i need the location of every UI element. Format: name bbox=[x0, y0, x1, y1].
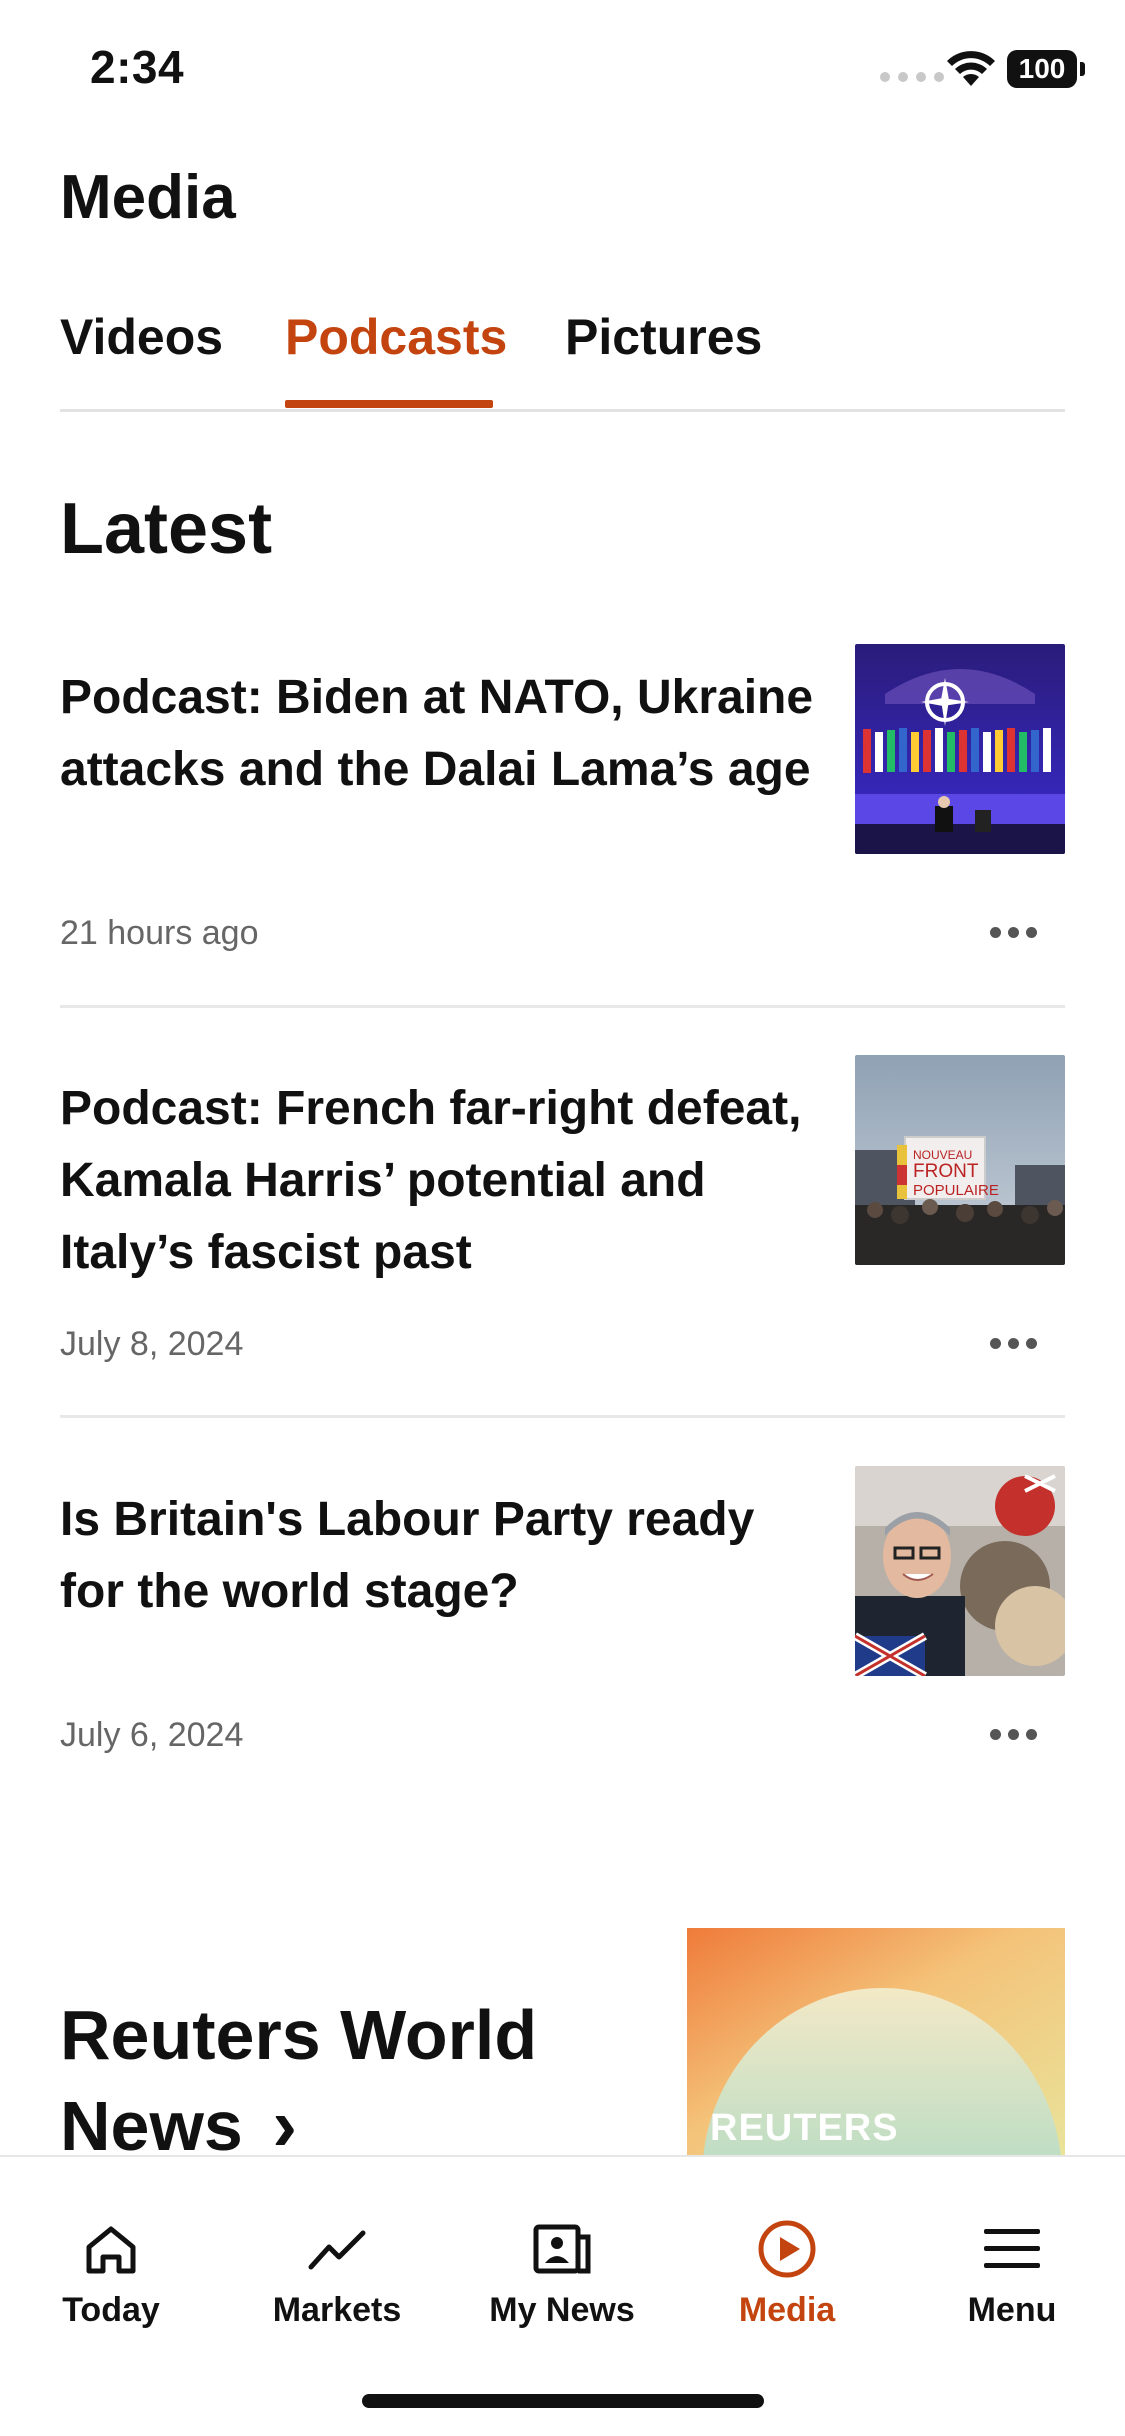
labour-leader-image bbox=[855, 1466, 1065, 1676]
play-circle-icon bbox=[758, 2220, 816, 2278]
article-timestamp: July 6, 2024 bbox=[60, 1716, 244, 1754]
feature-title: Reuters World News bbox=[60, 1996, 538, 2165]
my-news-icon bbox=[533, 2224, 591, 2274]
nav-menu[interactable]: Menu bbox=[922, 2217, 1102, 2330]
nav-my-news[interactable]: My News bbox=[472, 2217, 652, 2330]
article-card[interactable]: Podcast: Biden at NATO, Ukraine attacks … bbox=[60, 644, 1065, 974]
article-card[interactable]: Podcast: French far-right defeat, Kamala… bbox=[60, 1055, 1065, 1385]
nato-stage-image bbox=[855, 644, 1065, 854]
more-options-icon[interactable] bbox=[990, 1333, 1044, 1353]
divider bbox=[60, 1005, 1065, 1008]
nav-label: Markets bbox=[272, 2291, 402, 2329]
media-tabs: Videos Podcasts Pictures bbox=[60, 300, 1065, 412]
nav-today[interactable]: Today bbox=[21, 2217, 201, 2330]
article-headline[interactable]: Is Britain's Labour Party ready for the … bbox=[60, 1484, 830, 1628]
nav-markets[interactable]: Markets bbox=[247, 2217, 427, 2330]
article-card[interactable]: Is Britain's Labour Party ready for the … bbox=[60, 1466, 1065, 1786]
more-options-icon[interactable] bbox=[990, 922, 1044, 942]
feature-thumbnail[interactable]: REUTERS bbox=[687, 1928, 1065, 2158]
home-icon bbox=[86, 2226, 136, 2274]
wifi-icon bbox=[947, 51, 995, 86]
article-timestamp: 21 hours ago bbox=[60, 914, 259, 952]
more-options-icon[interactable] bbox=[990, 1724, 1044, 1744]
cellular-signal-icon bbox=[880, 72, 944, 82]
nav-label: My News bbox=[489, 2291, 635, 2329]
section-title: Latest bbox=[60, 489, 273, 569]
reuters-logo-text: REUTERS bbox=[710, 2107, 899, 2149]
hamburger-menu-icon bbox=[984, 2229, 1040, 2268]
media-screen: 2:34 100 Media Videos Podcasts Pictures … bbox=[0, 0, 1125, 2436]
nav-media[interactable]: Media bbox=[697, 2217, 877, 2330]
svg-text:NOUVEAU: NOUVEAU bbox=[913, 1148, 972, 1162]
nav-label: Today bbox=[62, 2291, 160, 2329]
status-time: 2:34 bbox=[90, 41, 185, 93]
article-thumbnail[interactable] bbox=[855, 644, 1065, 854]
status-bar: 2:34 100 bbox=[0, 0, 1125, 140]
article-thumbnail[interactable] bbox=[855, 1466, 1065, 1676]
svg-text:FRONT: FRONT bbox=[913, 1161, 979, 1182]
battery-icon: 100 bbox=[1007, 50, 1085, 88]
tab-videos[interactable]: Videos bbox=[60, 308, 223, 366]
front-populaire-image: NOUVEAU FRONT POPULAIRE bbox=[855, 1055, 1065, 1265]
tab-podcasts[interactable]: Podcasts bbox=[285, 308, 507, 366]
divider bbox=[60, 1415, 1065, 1418]
nav-label: Media bbox=[738, 2291, 836, 2329]
article-timestamp: July 8, 2024 bbox=[60, 1325, 244, 1363]
home-indicator[interactable] bbox=[362, 2394, 764, 2408]
feature-title-link[interactable]: Reuters World News › bbox=[60, 1990, 660, 2171]
article-thumbnail[interactable]: NOUVEAU FRONT POPULAIRE bbox=[855, 1055, 1065, 1265]
svg-text:POPULAIRE: POPULAIRE bbox=[913, 1182, 999, 1199]
markets-trend-icon bbox=[308, 2230, 366, 2270]
article-headline[interactable]: Podcast: French far-right defeat, Kamala… bbox=[60, 1073, 830, 1289]
article-headline[interactable]: Podcast: Biden at NATO, Ukraine attacks … bbox=[60, 662, 830, 806]
active-tab-indicator bbox=[285, 400, 493, 408]
nav-label: Menu bbox=[967, 2291, 1057, 2329]
tab-pictures[interactable]: Pictures bbox=[565, 308, 762, 366]
page-title: Media bbox=[60, 163, 236, 232]
chevron-right-icon: › bbox=[272, 2083, 297, 2166]
